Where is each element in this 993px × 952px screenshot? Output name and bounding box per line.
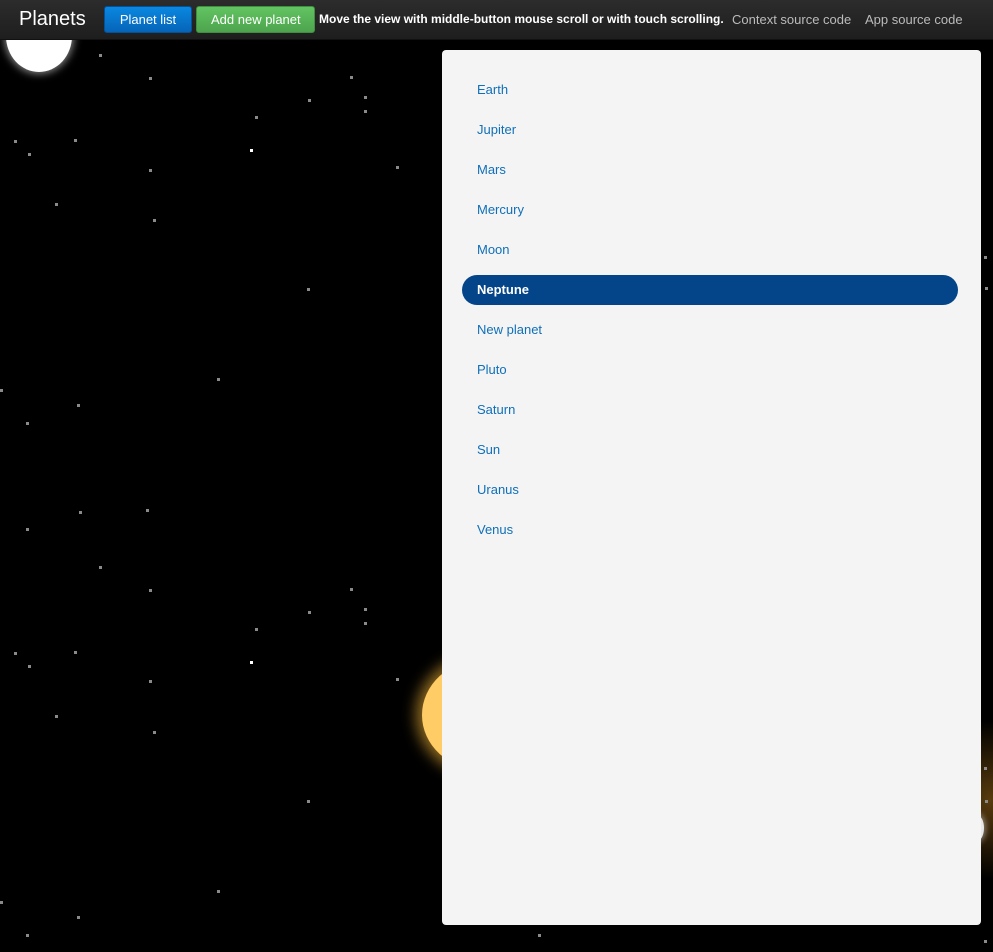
star bbox=[396, 166, 399, 169]
add-new-planet-button[interactable]: Add new planet bbox=[196, 6, 315, 33]
navigation-hint: Move the view with middle-button mouse s… bbox=[319, 12, 724, 26]
star bbox=[26, 934, 29, 937]
star bbox=[364, 96, 367, 99]
planet-list: Earth Jupiter Mars Mercury Moon Neptune … bbox=[442, 50, 981, 545]
star bbox=[217, 890, 220, 893]
star bbox=[350, 76, 353, 79]
star bbox=[149, 77, 152, 80]
star bbox=[26, 528, 29, 531]
star bbox=[255, 116, 258, 119]
context-source-link[interactable]: Context source code bbox=[732, 12, 851, 27]
planet-item[interactable]: New planet bbox=[462, 315, 958, 345]
planet-item[interactable]: Sun bbox=[462, 435, 958, 465]
star bbox=[79, 511, 82, 514]
star bbox=[350, 588, 353, 591]
planet-item-selected[interactable]: Neptune bbox=[462, 275, 958, 305]
star bbox=[396, 678, 399, 681]
planet-list-panel: Earth Jupiter Mars Mercury Moon Neptune … bbox=[442, 50, 981, 925]
star bbox=[153, 219, 156, 222]
star bbox=[146, 509, 149, 512]
star bbox=[74, 139, 77, 142]
star bbox=[99, 566, 102, 569]
star bbox=[99, 54, 102, 57]
star bbox=[538, 934, 541, 937]
star bbox=[77, 404, 80, 407]
top-navbar: Planets Planet list Add new planet Move … bbox=[0, 0, 993, 40]
star bbox=[28, 153, 31, 156]
star bbox=[14, 140, 17, 143]
star bbox=[55, 203, 58, 206]
star bbox=[307, 800, 310, 803]
star bbox=[0, 389, 3, 392]
star bbox=[28, 665, 31, 668]
planet-item[interactable]: Jupiter bbox=[462, 115, 958, 145]
planet-item[interactable]: Saturn bbox=[462, 395, 958, 425]
star bbox=[364, 608, 367, 611]
star bbox=[984, 767, 987, 770]
star bbox=[308, 611, 311, 614]
star bbox=[55, 715, 58, 718]
star bbox=[74, 651, 77, 654]
star bbox=[153, 731, 156, 734]
star bbox=[308, 99, 311, 102]
app-source-link[interactable]: App source code bbox=[865, 12, 963, 27]
star bbox=[217, 378, 220, 381]
planet-item[interactable]: Moon bbox=[462, 235, 958, 265]
planet-item[interactable]: Pluto bbox=[462, 355, 958, 385]
app-brand[interactable]: Planets bbox=[19, 7, 86, 31]
star bbox=[255, 628, 258, 631]
star bbox=[149, 589, 152, 592]
star bbox=[985, 800, 988, 803]
star bbox=[0, 901, 3, 904]
planet-item[interactable]: Mercury bbox=[462, 195, 958, 225]
planet-item[interactable]: Mars bbox=[462, 155, 958, 185]
star bbox=[149, 169, 152, 172]
planet-item[interactable]: Earth bbox=[462, 75, 958, 105]
star bbox=[77, 916, 80, 919]
star bbox=[984, 940, 987, 943]
star bbox=[307, 288, 310, 291]
planet-item[interactable]: Uranus bbox=[462, 475, 958, 505]
planet-list-button[interactable]: Planet list bbox=[104, 6, 192, 33]
star bbox=[364, 110, 367, 113]
star bbox=[149, 680, 152, 683]
planet-item[interactable]: Venus bbox=[462, 515, 958, 545]
star bbox=[26, 422, 29, 425]
star bbox=[250, 149, 253, 152]
star bbox=[250, 661, 253, 664]
moon-planet[interactable] bbox=[6, 40, 72, 72]
star bbox=[984, 256, 987, 259]
star bbox=[985, 287, 988, 290]
star bbox=[14, 652, 17, 655]
star bbox=[364, 622, 367, 625]
